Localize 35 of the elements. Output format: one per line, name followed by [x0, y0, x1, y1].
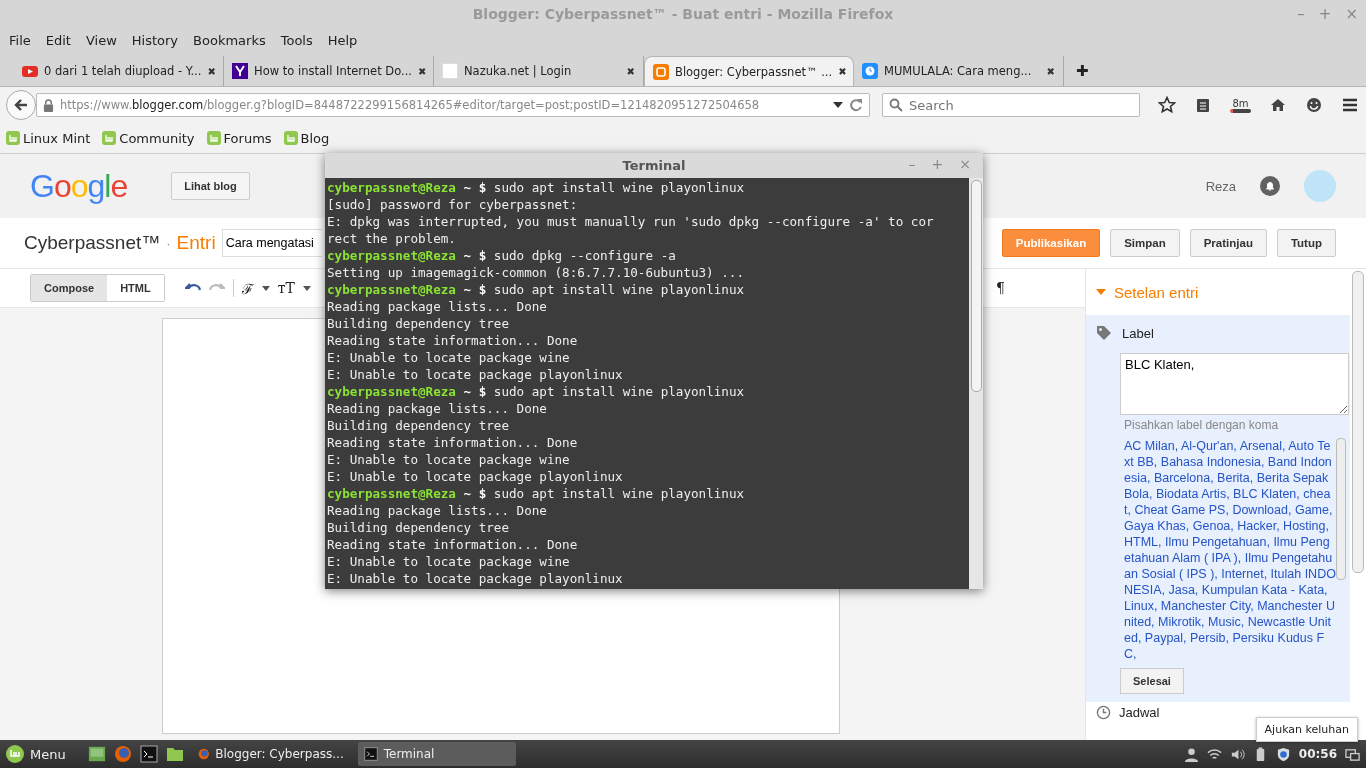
- hint-text: Pisahkan label dengan koma: [1124, 418, 1279, 432]
- window-title: Blogger: Cyberpass...: [215, 747, 344, 761]
- output-line: Reading state information... Done: [327, 434, 579, 451]
- output-line: Reading state information... Done: [327, 332, 579, 349]
- output-line: E: Unable to locate package playonlinux: [327, 570, 624, 587]
- prompt-line: cyberpassnet@Reza ~ $ sudo apt install wine playonlinux: [327, 281, 746, 298]
- separator-dot: ·: [166, 235, 171, 251]
- blog-name: Cyberpassnet™: [24, 232, 161, 254]
- output-line: Building dependency tree: [327, 417, 510, 434]
- output-line: E: Unable to locate package playonlinux: [327, 468, 624, 485]
- section-label: Label: [1122, 325, 1154, 341]
- prompt-line: cyberpassnet@Reza ~ $ sudo apt install wine playonlinux: [327, 485, 746, 502]
- output-line: Reading package lists... Done: [327, 502, 548, 519]
- output-line: Building dependency tree: [327, 315, 510, 332]
- output-line: Building dependency tree: [327, 519, 510, 536]
- output-line: E: Unable to locate package playonlinux: [327, 366, 624, 383]
- output-line: E: dpkg was interrupted, you must manually run 'sudo dpkg --configure -a' to correct the problem.: [327, 213, 934, 247]
- output-line: Reading state information... Done: [327, 536, 579, 553]
- output-line: Reading package lists... Done: [327, 298, 548, 315]
- prompt-line: cyberpassnet@Reza ~ $ sudo apt install wine playonlinux: [327, 179, 746, 196]
- prompt-line: cyberpassnet@Reza ~ $ sudo apt install wine playonlinux: [327, 383, 746, 400]
- user-name: Reza: [1205, 178, 1236, 194]
- output-line: E: Unable to locate package wine: [327, 553, 571, 570]
- prompt-line: cyberpassnet@Reza ~ $ sudo dpkg --configure -a: [327, 247, 677, 264]
- output-line: E: Unable to locate package wine: [327, 349, 571, 366]
- window-title: Terminal: [622, 158, 686, 173]
- output-line: Reading package lists... Done: [327, 400, 548, 417]
- output-line: [sudo] password for cyberpassnet:: [327, 196, 579, 213]
- window-title: Terminal: [383, 747, 435, 761]
- google-logo: Google: [30, 167, 128, 205]
- section-title: Entri: [176, 232, 216, 254]
- output-line: E: Unable to locate package wine: [327, 451, 571, 468]
- tooltip: Ajukan keluhan: [1255, 717, 1358, 742]
- window-title: Blogger: Cyberpassnet™ - Buat entri - Mozilla Firefox: [472, 6, 894, 22]
- output-line: Setting up imagemagick-common (8:6.7.7.10-6ubuntu3) ...: [327, 264, 745, 281]
